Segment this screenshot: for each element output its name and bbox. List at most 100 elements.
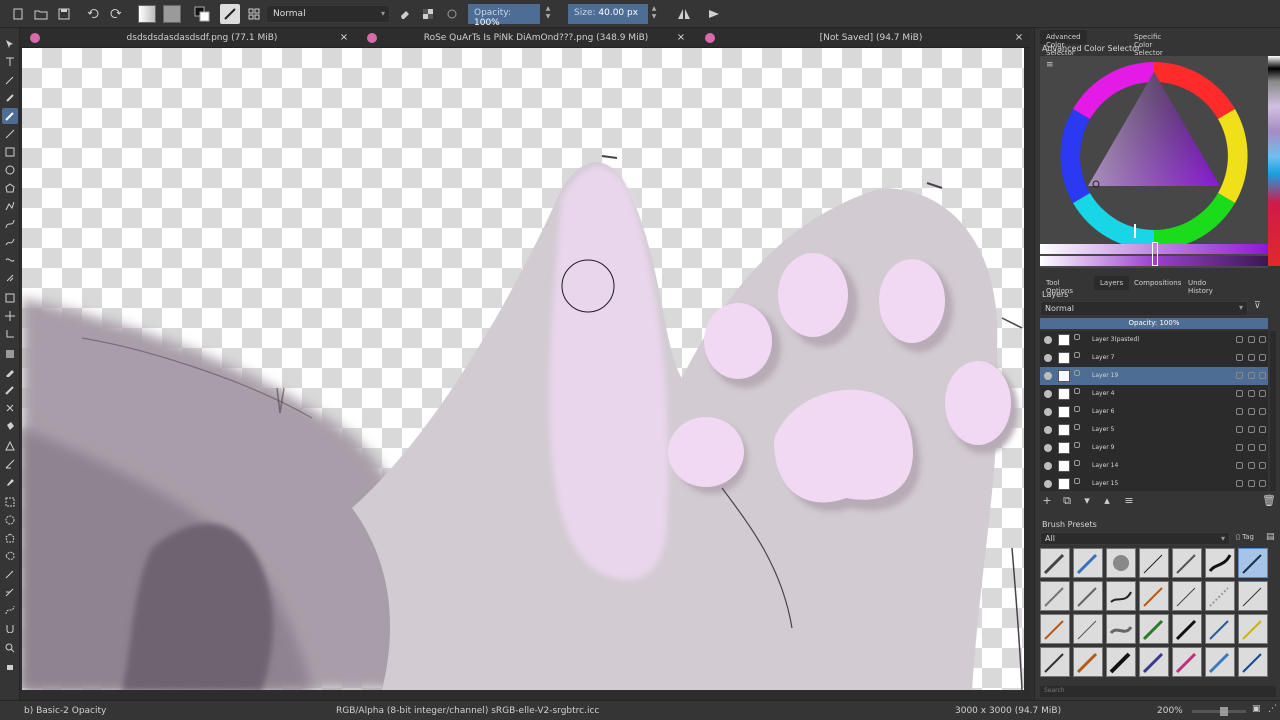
duplicate-layer-icon[interactable]: ⧉ <box>1060 494 1074 508</box>
alpha-lock-icon[interactable] <box>1248 390 1255 397</box>
new-document-icon[interactable] <box>8 4 28 24</box>
reload-preset-icon[interactable] <box>442 4 462 24</box>
gradient-preset[interactable] <box>138 5 156 23</box>
smart-patch-icon[interactable] <box>2 400 18 416</box>
multibrush-icon[interactable] <box>2 270 18 286</box>
visibility-eye-icon[interactable] <box>1044 480 1052 488</box>
transform-tool-icon[interactable] <box>2 326 18 342</box>
freehand-path-icon[interactable] <box>2 234 18 250</box>
brush-preset[interactable] <box>1172 647 1202 677</box>
measure-tool-icon[interactable] <box>2 456 18 472</box>
grid-icon[interactable] <box>244 4 264 24</box>
advanced-color-selector[interactable]: ≡ <box>1040 56 1268 268</box>
visibility-eye-icon[interactable] <box>1044 354 1052 362</box>
brush-preset[interactable] <box>1139 581 1169 611</box>
resize-grip-icon[interactable]: ⋰ <box>1268 704 1277 714</box>
lock-icon[interactable] <box>1236 480 1243 487</box>
opacity-spinner[interactable]: ▲ ▼ <box>544 5 552 23</box>
move-layer-up-icon[interactable]: ▴ <box>1100 494 1114 508</box>
brush-preset[interactable] <box>1106 581 1136 611</box>
brush-preset[interactable] <box>1106 647 1136 677</box>
move-tool-icon[interactable] <box>2 308 18 324</box>
freehand-select-icon[interactable] <box>2 548 18 564</box>
alpha-lock-icon[interactable] <box>1248 462 1255 469</box>
edit-shapes-icon[interactable] <box>2 72 18 88</box>
lock-icon[interactable] <box>1236 408 1243 415</box>
drawing-canvas[interactable] <box>22 48 1024 690</box>
close-icon[interactable]: × <box>1013 32 1025 44</box>
brush-preset[interactable] <box>1073 614 1103 644</box>
brush-preset[interactable] <box>1106 548 1136 578</box>
mirror-vertical-icon[interactable] <box>704 4 724 24</box>
tab-document-1[interactable]: dsdsdsdasdasdsdf.png (77.1 MiB) <box>50 28 354 48</box>
brush-preset-active[interactable] <box>1238 548 1268 578</box>
preserve-alpha-icon[interactable] <box>418 4 438 24</box>
menu-icon[interactable]: ≡ <box>1046 60 1056 70</box>
tab-document-2[interactable]: RoSe QuArTs Is PiNk DiAmOnd???.png (348.… <box>384 28 688 48</box>
tab-layers[interactable]: Layers <box>1094 276 1130 290</box>
alpha-lock-icon[interactable] <box>1248 444 1255 451</box>
inherit-alpha-icon[interactable] <box>1259 426 1266 433</box>
visibility-eye-icon[interactable] <box>1044 408 1052 416</box>
brush-preset[interactable] <box>1139 614 1169 644</box>
inherit-alpha-icon[interactable] <box>1259 444 1266 451</box>
opacity-slider[interactable]: Opacity: 100% <box>468 4 540 28</box>
canvas-scrollbar-vertical[interactable] <box>1024 48 1030 690</box>
strip-cursor[interactable] <box>1152 242 1158 266</box>
inherit-alpha-icon[interactable] <box>1259 372 1266 379</box>
blend-mode-select[interactable]: Normal ▾ <box>266 5 390 23</box>
inherit-alpha-icon[interactable] <box>1259 408 1266 415</box>
pattern-preset[interactable] <box>163 5 181 23</box>
layer-row-selected[interactable]: Layer 19 <box>1040 367 1268 385</box>
gradient-tool-icon[interactable] <box>2 346 18 362</box>
magnetic-select-icon[interactable] <box>2 620 18 636</box>
polygon-tool-icon[interactable] <box>2 180 18 196</box>
layer-row[interactable]: Layer 5 <box>1040 421 1268 439</box>
layer-blend-select[interactable]: Normal ▾ <box>1040 301 1248 316</box>
lock-icon[interactable] <box>1236 462 1243 469</box>
tab-advanced-color-selector[interactable]: Advanced Color Selector <box>1040 30 1087 57</box>
reference-images-icon[interactable] <box>2 474 18 490</box>
rect-select-icon[interactable] <box>2 494 18 510</box>
layer-opacity-slider[interactable]: Opacity: 100% <box>1040 318 1268 329</box>
bezier-select-icon[interactable] <box>2 602 18 618</box>
dynamic-brush-icon[interactable] <box>2 252 18 268</box>
brush-preset[interactable] <box>1073 548 1103 578</box>
bezier-tool-icon[interactable] <box>2 216 18 232</box>
layer-row[interactable]: Layer 4 <box>1040 385 1268 403</box>
tab-specific-color-selector[interactable]: Specific Color Selector <box>1128 30 1169 57</box>
save-icon[interactable] <box>54 4 74 24</box>
add-layer-icon[interactable]: + <box>1040 494 1054 508</box>
move-layer-down-icon[interactable]: ▾ <box>1080 494 1094 508</box>
color-picker-icon[interactable] <box>2 364 18 380</box>
layer-row[interactable]: Layer 14 <box>1040 457 1268 475</box>
brush-preset[interactable] <box>1139 548 1169 578</box>
inherit-alpha-icon[interactable] <box>1259 336 1266 343</box>
fg-bg-color-icon[interactable] <box>192 4 212 24</box>
freehand-brush-icon[interactable] <box>2 108 18 124</box>
brush-tag-filter[interactable]: All ▾ <box>1040 532 1230 545</box>
lock-icon[interactable] <box>1236 390 1243 397</box>
inherit-alpha-icon[interactable] <box>1259 480 1266 487</box>
visibility-eye-icon[interactable] <box>1044 390 1052 398</box>
inherit-alpha-icon[interactable] <box>1259 390 1266 397</box>
lock-icon[interactable] <box>1236 372 1243 379</box>
eraser-mode-icon[interactable] <box>395 4 415 24</box>
fill-tool-icon[interactable] <box>2 418 18 434</box>
tag-button[interactable]: ▯ Tag <box>1236 533 1254 541</box>
pan-tool-icon[interactable] <box>2 658 18 674</box>
brush-preset[interactable] <box>1040 647 1070 677</box>
layer-row[interactable]: Layer 6 <box>1040 403 1268 421</box>
line-tool-icon[interactable] <box>2 126 18 142</box>
lock-icon[interactable] <box>1236 354 1243 361</box>
tab-tool-options[interactable]: Tool Options <box>1040 276 1079 295</box>
polygon-select-icon[interactable] <box>2 530 18 546</box>
fit-view-icon[interactable]: ▣ <box>1252 704 1261 714</box>
tab-document-3[interactable]: [Not Saved] (94.7 MiB) <box>722 28 1020 48</box>
layer-row[interactable]: Layer 7 <box>1040 349 1268 367</box>
size-slider[interactable]: Size: 40.00 px <box>568 4 648 24</box>
inherit-alpha-icon[interactable] <box>1259 354 1266 361</box>
alpha-lock-icon[interactable] <box>1248 372 1255 379</box>
similar-select-icon[interactable] <box>2 584 18 600</box>
undo-icon[interactable] <box>83 4 103 24</box>
